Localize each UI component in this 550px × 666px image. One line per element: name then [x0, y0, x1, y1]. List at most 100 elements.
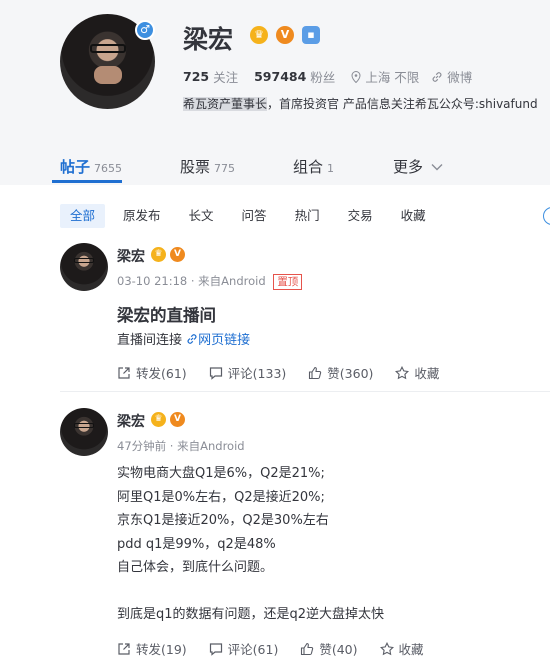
- post-source: · 来自Android: [169, 439, 245, 453]
- following-count[interactable]: 725: [183, 69, 209, 84]
- thumbs-up-icon: [309, 366, 322, 379]
- post-divider: [60, 391, 550, 392]
- repost-label: 转发(19): [136, 642, 187, 657]
- comment-label: 评论(61): [227, 642, 279, 657]
- tab-more-label: 更多: [393, 158, 424, 176]
- filter-original[interactable]: 原发布: [113, 204, 171, 228]
- link-icon: [432, 71, 442, 82]
- verified-badge-icon: V: [170, 247, 185, 262]
- filter-long-article[interactable]: 长文: [179, 204, 224, 228]
- like-button[interactable]: 赞(360): [308, 363, 373, 382]
- repost-button[interactable]: 转发(61): [117, 363, 187, 382]
- post-card: 梁宏 ♛ V 47分钟前 · 来自Android 实物电商大盘Q1是6%，Q2是…: [60, 408, 550, 666]
- web-link[interactable]: 网页链接: [186, 333, 250, 348]
- post-card: 梁宏 ♛ V 03-10 21:18 · 来自Android 置顶 梁宏的直播间…: [60, 243, 550, 391]
- thumbs-up-icon: [301, 642, 314, 655]
- post-body: 实物电商大盘Q1是6%，Q2是21%; 阿里Q1是0%左右，Q2是接近20%; …: [117, 462, 384, 627]
- post-body-line: 实物电商大盘Q1是6%，Q2是21%;: [117, 466, 325, 481]
- like-label: 赞(40): [319, 642, 358, 657]
- star-icon: [395, 365, 410, 379]
- filter-trades[interactable]: 交易: [338, 204, 383, 228]
- star-icon: [379, 641, 394, 655]
- tab-portfolio-count: 1: [327, 162, 335, 175]
- post-source: · 来自Android: [190, 274, 266, 288]
- post-meta: 47分钟前 · 来自Android: [117, 438, 245, 454]
- post-actions: 转发(61) 评论(133) 赞(360) 收藏: [117, 363, 461, 382]
- comment-label: 评论(133): [227, 366, 287, 381]
- crown-badge-icon[interactable]: ♛: [250, 26, 268, 44]
- link-icon: [187, 334, 197, 344]
- crown-badge-icon: ♛: [151, 247, 166, 262]
- post-actions: 转发(19) 评论(61) 赞(40) 收藏: [117, 639, 446, 658]
- location-text: 上海 不限: [365, 70, 420, 85]
- bio-highlight: 希瓦资产董事长: [183, 97, 268, 111]
- post-body-line: 到底是q1的数据有问题，还是q2逆大盘掉太快: [117, 607, 385, 622]
- post-title[interactable]: 梁宏的直播间: [117, 302, 216, 326]
- pinned-badge: 置顶: [273, 274, 303, 290]
- weibo-link[interactable]: 微博: [447, 67, 472, 86]
- tab-more[interactable]: 更多: [393, 156, 443, 177]
- tab-posts-count: 7655: [94, 162, 123, 175]
- post-author-badges: ♛ V: [151, 247, 185, 262]
- favorite-button[interactable]: 收藏: [395, 363, 439, 382]
- tab-portfolio[interactable]: 组合 1: [293, 156, 334, 177]
- profile-badges: ♛ V ▪: [250, 26, 320, 44]
- post-body-line: 阿里Q1是0%左右，Q2是接近20%;: [117, 489, 325, 505]
- post-avatar[interactable]: [60, 243, 108, 291]
- org-badge-icon[interactable]: ▪: [302, 26, 320, 44]
- post-filter-bar: 全部 原发布 长文 问答 热门 交易 收藏: [60, 204, 444, 228]
- filter-hot[interactable]: 热门: [285, 204, 330, 228]
- following-label[interactable]: 关注: [213, 67, 238, 86]
- tab-posts-label: 帖子: [60, 158, 91, 176]
- post-author-badges: ♛ V: [151, 412, 185, 427]
- chevron-down-icon: [431, 163, 443, 170]
- location-pin-icon: [351, 70, 361, 83]
- post-body-line: pdd q1是99%，q2是48%: [117, 536, 276, 552]
- post-author[interactable]: 梁宏: [117, 246, 145, 266]
- post-body-text: 直播间连接: [117, 333, 183, 348]
- filter-favorites[interactable]: 收藏: [391, 204, 436, 228]
- like-button[interactable]: 赞(40): [300, 639, 358, 658]
- profile-name: 梁宏: [183, 25, 234, 54]
- followers-count[interactable]: 597484: [254, 69, 306, 84]
- like-label: 赞(360): [327, 366, 374, 381]
- avatar-glasses: [90, 44, 126, 53]
- tab-portfolio-label: 组合: [293, 158, 324, 176]
- tab-stocks-label: 股票: [180, 158, 211, 176]
- share-icon: [118, 642, 130, 655]
- post-time[interactable]: 03-10 21:18: [117, 274, 187, 288]
- tab-posts[interactable]: 帖子 7655: [60, 156, 122, 177]
- comment-icon: [209, 366, 222, 380]
- followers-label[interactable]: 粉丝: [310, 67, 335, 86]
- filter-qa[interactable]: 问答: [232, 204, 277, 228]
- filter-search-icon[interactable]: [543, 207, 550, 225]
- favorite-button[interactable]: 收藏: [379, 639, 424, 658]
- post-avatar[interactable]: [60, 408, 108, 456]
- comment-button[interactable]: 评论(133): [209, 363, 287, 382]
- favorite-label: 收藏: [414, 366, 440, 381]
- avatar-hand: [94, 66, 122, 84]
- post-time[interactable]: 47分钟前: [117, 439, 166, 453]
- verified-badge-icon: V: [170, 412, 185, 427]
- tab-stocks[interactable]: 股票 775: [180, 156, 235, 177]
- bio-text: ，首席投资官 产品信息关注希瓦公众号:shivafund: [267, 97, 538, 111]
- comment-button[interactable]: 评论(61): [209, 639, 279, 658]
- post-body: 直播间连接 网页链接: [117, 329, 250, 353]
- post-body-line: 自己体会，到底什么问题。: [117, 560, 274, 575]
- active-tab-indicator: [52, 180, 122, 183]
- profile-stats: 725 关注 597484 粉丝 上海 不限 微博: [183, 67, 484, 86]
- profile-bio: 希瓦资产董事长，首席投资官 产品信息关注希瓦公众号:shivafund: [183, 95, 538, 112]
- repost-button[interactable]: 转发(19): [117, 639, 187, 658]
- favorite-label: 收藏: [398, 642, 424, 657]
- post-body-line: [117, 580, 384, 604]
- repost-label: 转发(61): [136, 366, 187, 381]
- verified-badge-icon[interactable]: V: [276, 26, 294, 44]
- post-meta: 03-10 21:18 · 来自Android 置顶: [117, 273, 303, 290]
- crown-badge-icon: ♛: [151, 412, 166, 427]
- post-author[interactable]: 梁宏: [117, 411, 145, 431]
- filter-all[interactable]: 全部: [60, 204, 106, 228]
- web-link-label: 网页链接: [198, 333, 251, 348]
- avatar-glasses: [74, 258, 94, 263]
- share-icon: [118, 366, 130, 379]
- male-gender-icon: ♂: [135, 20, 155, 40]
